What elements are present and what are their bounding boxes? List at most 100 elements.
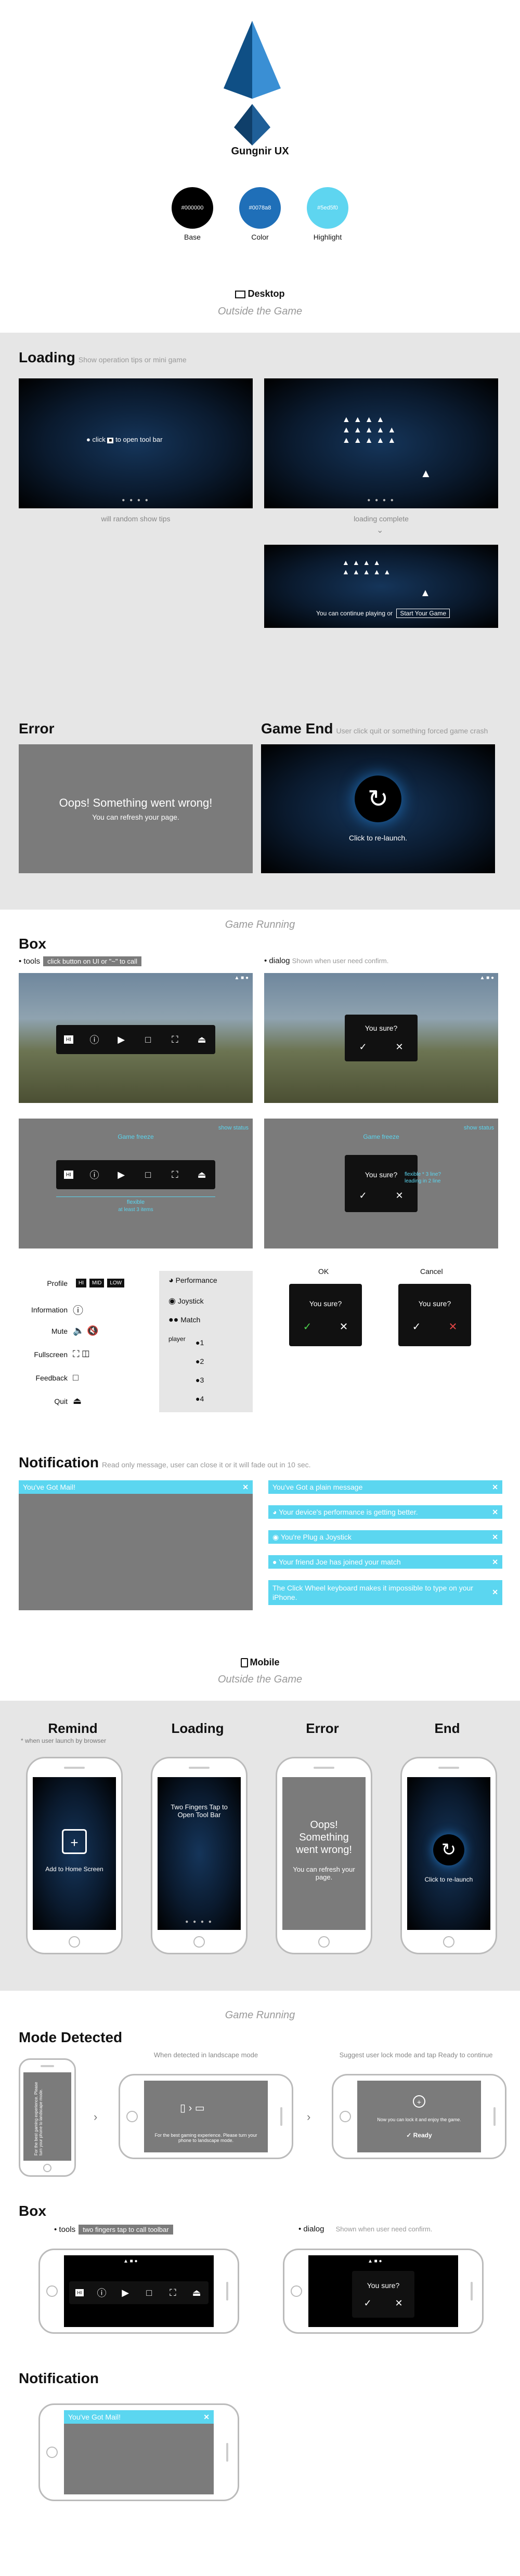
tools-screen: ▲ ■ ● HI ⓘ ▶ □ ⛶ ⏏ bbox=[19, 973, 253, 1103]
toolbar-key-icon: ■ bbox=[107, 438, 114, 443]
logo bbox=[224, 21, 281, 146]
legend-mute: Mute 🔈 🔇 bbox=[51, 1325, 99, 1336]
mobile-notification-heading: Notification bbox=[19, 2370, 99, 2386]
status-icons: ▲ ■ ● bbox=[234, 975, 249, 981]
notification-screen: You've Got Mail! ✕ bbox=[19, 1480, 253, 1610]
ready-button[interactable]: ✓ Ready bbox=[357, 2132, 481, 2139]
space-invaders-icon: ▲▲▲▲ ▲▲▲▲▲ ▲▲▲▲▲ bbox=[342, 415, 399, 445]
notification-joystick: ◉ You're Plug a Joystick ✕ bbox=[268, 1530, 502, 1544]
toolbar: HI ⓘ ▶ □ ⛶ ⏏ bbox=[56, 1025, 215, 1054]
player-3-icon: ●3 bbox=[196, 1376, 204, 1384]
notification-friend: ● Your friend Joe has joined your match ✕ bbox=[268, 1555, 502, 1569]
legend-fullscreen: Fullscreen ⛶ ◫ bbox=[34, 1349, 90, 1359]
phone-error: Oops! Something went wrong! You can refr… bbox=[276, 1757, 372, 1954]
legend-information: Information ⓘ bbox=[19, 1302, 83, 1317]
monitor-icon bbox=[235, 290, 246, 298]
dialog-screen: ▲ ■ ● You sure? ✓ ✕ bbox=[264, 973, 498, 1103]
reload-icon: ↻ bbox=[441, 1840, 457, 1860]
speaker-icon: 🔈 🔇 bbox=[73, 1325, 99, 1336]
notification-device: ◕ Your device's performance is getting b… bbox=[268, 1505, 502, 1519]
notification-plain: You've Got a plain message ✕ bbox=[268, 1480, 502, 1494]
end-mobile-heading: End bbox=[434, 1720, 460, 1736]
gamepad-icon: ◉ bbox=[168, 1297, 176, 1306]
legend-profile: Profile HI MID LOW bbox=[42, 1279, 125, 1287]
mode-heading: Mode Detected bbox=[19, 2029, 123, 2045]
palette-base: #000000 Base bbox=[172, 187, 213, 241]
chevron-right-icon-2: › bbox=[307, 2110, 311, 2123]
gauge-icon: ◕ bbox=[168, 1276, 174, 1285]
legend-quit: Quit ⏏ bbox=[54, 1396, 82, 1406]
remind-note: * when user launch by browser bbox=[21, 1737, 107, 1744]
info-button[interactable]: ⓘ bbox=[88, 1034, 100, 1045]
player-4-icon: ●4 bbox=[196, 1395, 204, 1403]
home-button[interactable] bbox=[69, 1936, 80, 1948]
cancel-x-button[interactable]: ✕ bbox=[395, 1042, 403, 1053]
error-screen: Oops! Something went wrong! You can refr… bbox=[19, 744, 253, 873]
page-title: Gungnir UX bbox=[231, 146, 289, 157]
relaunch-button[interactable]: ↻ bbox=[355, 776, 401, 822]
notification-heading: Notification Read only message, user can … bbox=[19, 1454, 311, 1470]
mute-button[interactable]: ▶ bbox=[115, 1034, 127, 1045]
loading-caption-left: will random show tips bbox=[101, 515, 171, 523]
loading-screen-game: ▲▲▲▲ ▲▲▲▲▲ ▲▲▲▲▲ ▲ ● ● ● ● bbox=[264, 378, 498, 508]
mobile-toolbar: HI ⓘ ▶ □ ⛶ ⏏ bbox=[69, 2281, 209, 2304]
remind-heading: Remind bbox=[48, 1720, 98, 1736]
error-mobile-heading: Error bbox=[306, 1720, 339, 1736]
confirm-check-button[interactable]: ✓ bbox=[359, 1042, 367, 1053]
mobile-outside-title: Outside the Game bbox=[217, 1674, 303, 1685]
palette-highlight: #5ed5f0 Highlight bbox=[307, 187, 348, 241]
notification-click-wheel: The Click Wheel keyboard makes it imposs… bbox=[268, 1580, 502, 1605]
gamepad-icon: ◉ bbox=[272, 1533, 281, 1541]
legend-side-panel: ◕ Performance ◉ Joystick ●● Match player… bbox=[159, 1271, 253, 1412]
loading-screen-tip: ● click ■ to open tool bar ● ● ● ● bbox=[19, 378, 253, 508]
info-icon: ⓘ bbox=[73, 1305, 83, 1317]
mobile-notification-mail: You've Got Mail! ✕ bbox=[64, 2410, 214, 2424]
phone-remind: + Add to Home Screen bbox=[26, 1757, 123, 1954]
start-game-button[interactable]: Start Your Game bbox=[396, 609, 450, 618]
mode-landscape-caption: When detected in landscape mode bbox=[153, 2051, 258, 2059]
mobile-box-heading: Box bbox=[19, 2203, 46, 2219]
fullscreen-button[interactable]: ⛶ bbox=[169, 1034, 180, 1045]
phone-dialog: ▲ ■ ● You sure? ✓ ✕ bbox=[283, 2249, 484, 2334]
dialog-label: • dialog Shown when user need confirm. bbox=[264, 956, 389, 965]
dialog-freeze-screen: Game freeze show status You sure? ✓ ✕ fle… bbox=[264, 1119, 498, 1248]
mobile-dialog-label: • dialog Shown when user need confirm. bbox=[298, 2225, 433, 2233]
phone-end: ↻ Click to re-launch bbox=[400, 1757, 497, 1954]
phone-landscape-ready: + Now you can lock it and enjoy the game… bbox=[332, 2074, 506, 2159]
feedback-button[interactable]: □ bbox=[142, 1034, 154, 1045]
phone-loading: Two Fingers Tap to Open Tool Bar ● ● ● ● bbox=[151, 1757, 248, 1954]
phone-portrait: For the best gaming experience. Please t… bbox=[19, 2058, 76, 2177]
bulb-icon: ● bbox=[86, 436, 90, 443]
loading-caption-right: loading complete bbox=[354, 515, 409, 523]
phone-icon bbox=[240, 1658, 248, 1668]
ok-label: OK bbox=[318, 1267, 329, 1276]
mobile-tools-label: • tools two fingers tap to call toolbar bbox=[54, 2225, 173, 2235]
mobile-running-title: Game Running bbox=[225, 2009, 295, 2021]
close-icon[interactable]: ✕ bbox=[242, 1480, 249, 1494]
rotate-icon: ▯ › ▭ bbox=[180, 2102, 205, 2114]
eject-icon: ⏏ bbox=[73, 1396, 82, 1406]
confirm-dialog: You sure? ✓ ✕ bbox=[345, 1015, 418, 1061]
tools-label: • tools click button on UI or "~" to call bbox=[19, 956, 142, 966]
desktop-running-title: Game Running bbox=[225, 919, 295, 930]
quit-button[interactable]: ⏏ bbox=[196, 1034, 207, 1045]
loading-screen-complete: ▲▲▲▲ ▲▲▲▲▲ ▲ You can continue playing or … bbox=[264, 545, 498, 628]
palette-color: #0078a8 Color bbox=[239, 187, 281, 241]
ship-icon: ▲ bbox=[420, 467, 432, 480]
add-home-icon: + bbox=[62, 1829, 87, 1854]
dialog-ok-state: You sure? ✓ ✕ bbox=[289, 1284, 362, 1346]
player-1-icon: ●1 bbox=[196, 1338, 204, 1347]
desktop-outside-title: Outside the Game bbox=[217, 306, 303, 317]
match-icon: ●● bbox=[168, 1316, 179, 1324]
relaunch-mobile-button[interactable]: ↻ bbox=[433, 1834, 464, 1865]
chevron-right-icon: › bbox=[94, 2110, 98, 2123]
loading-mobile-heading: Loading bbox=[171, 1720, 224, 1736]
phone-notification: You've Got Mail! ✕ bbox=[38, 2403, 239, 2501]
profile-button[interactable]: HI bbox=[63, 1035, 73, 1044]
desktop-heading: Desktop bbox=[0, 288, 520, 299]
mode-suggest-caption: Suggest user lock mode and tap Ready to … bbox=[339, 2051, 493, 2059]
phone-tools: ▲ ■ ● HI ⓘ ▶ □ ⛶ ⏏ bbox=[38, 2249, 239, 2334]
legend-feedback: Feedback □ bbox=[35, 1372, 79, 1383]
reload-icon: ↻ bbox=[367, 785, 389, 813]
dialog-cancel-state: You sure? ✓ ✕ bbox=[398, 1284, 471, 1346]
